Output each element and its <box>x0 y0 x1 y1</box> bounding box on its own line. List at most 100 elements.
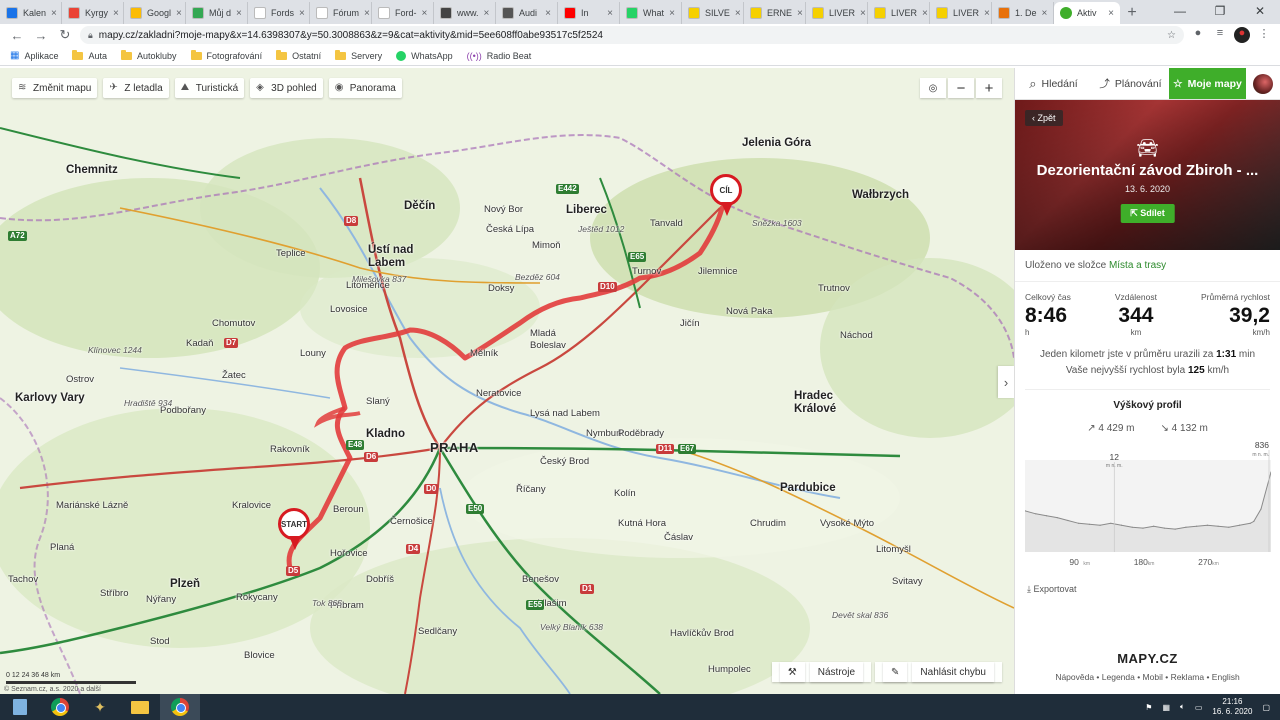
aerial-button[interactable]: ✈ Z letadla <box>103 78 169 98</box>
address-bar[interactable]: 🔒︎ mapy.cz/zakladni?moje-mapy&x=14.63983… <box>80 26 1184 44</box>
tools-button[interactable]: ⚒ Nástroje <box>771 662 872 682</box>
close-tab-icon[interactable]: × <box>1042 8 1048 19</box>
star-icon[interactable]: ☆ <box>1167 30 1176 41</box>
close-tab-icon[interactable]: × <box>984 8 990 19</box>
close-tab-icon[interactable]: × <box>669 8 675 19</box>
zoom-in-button[interactable]: + <box>976 78 1002 98</box>
close-tab-icon[interactable]: × <box>51 8 57 19</box>
speech-icon[interactable]: ▭ <box>1195 703 1203 712</box>
browser-tab-active[interactable]: Aktiv × <box>1054 2 1120 24</box>
browser-tab[interactable]: www. × <box>434 2 496 24</box>
bookmark-folder[interactable]: Ostatní <box>276 49 321 61</box>
close-tab-icon[interactable]: × <box>299 8 305 19</box>
close-tab-icon[interactable]: × <box>422 8 428 19</box>
locate-icon[interactable]: ◎ <box>920 78 946 98</box>
menu-dots-icon[interactable]: ⋮ <box>1256 27 1272 43</box>
report-error-button[interactable]: ✎ Nahlásit chybu <box>875 662 1002 682</box>
tab-plan[interactable]: ⤴ Plánování <box>1092 68 1169 99</box>
network-icon[interactable]: ▦ <box>1162 703 1170 712</box>
zoom-out-button[interactable]: − <box>948 78 974 98</box>
close-tab-icon[interactable]: × <box>860 8 866 19</box>
browser-tab[interactable]: Kyrgy × <box>62 2 124 24</box>
elevation-chart[interactable]: 12 m n. m. 836 m n. m. 90 km 180 km 270 km <box>1024 440 1272 570</box>
elevation-point <box>1067 519 1069 522</box>
browser-tab[interactable]: LIVER × <box>868 2 930 24</box>
bookmark-folder[interactable]: Autokluby <box>121 49 177 61</box>
chrome-taskbar-icon[interactable] <box>40 694 80 720</box>
chrome-active-taskbar-icon[interactable] <box>160 694 200 720</box>
browser-tab[interactable]: SILVE × <box>682 2 744 24</box>
close-tab-icon[interactable]: × <box>236 8 242 19</box>
route-plan-icon: ⤴ <box>1099 78 1110 90</box>
browser-tab[interactable]: ERNE × <box>744 2 806 24</box>
folder-link[interactable]: Místa a trasy <box>1109 260 1166 271</box>
maximize-icon[interactable]: ❐ <box>1200 0 1240 22</box>
bookmark-whatsapp[interactable]: WhatsApp <box>396 50 453 61</box>
change-map-button[interactable]: ≋ Změnit mapu <box>12 78 98 98</box>
close-tab-icon[interactable]: × <box>484 8 490 19</box>
bookmark-apps[interactable]: ▦ Aplikace <box>10 50 58 61</box>
bookmark-folder[interactable]: Fotografování <box>190 49 262 61</box>
file-icon[interactable] <box>0 694 40 720</box>
tab-my-maps[interactable]: ☆ Moje mapy <box>1169 68 1246 99</box>
bookmark-folder[interactable]: Servery <box>335 49 382 61</box>
browser-tab[interactable]: Googl × <box>124 2 186 24</box>
minimize-icon[interactable]: — <box>1160 0 1200 22</box>
close-tab-icon[interactable]: × <box>922 8 928 19</box>
back-arrow-icon[interactable]: ← <box>8 28 26 43</box>
flag-icon[interactable]: ⚑ <box>1145 703 1152 712</box>
reload-icon[interactable]: ↻ <box>56 27 74 43</box>
new-tab-button[interactable]: + <box>1120 2 1144 24</box>
browser-tab[interactable]: What × <box>620 2 682 24</box>
file-explorer-icon[interactable] <box>120 694 160 720</box>
map-peak-label: Tok 865 <box>312 598 342 608</box>
browser-tab[interactable]: Audi × <box>496 2 558 24</box>
export-link[interactable]: ⤓ Exportovat <box>1015 570 1280 595</box>
share-button[interactable]: ⇱ Sdílet <box>1120 204 1175 223</box>
close-tab-icon[interactable]: × <box>176 8 182 19</box>
close-tab-icon[interactable]: × <box>797 8 803 19</box>
browser-tab[interactable]: In × <box>558 2 620 24</box>
browser-tab[interactable]: Kalen × <box>0 2 62 24</box>
close-window-icon[interactable]: ✕ <box>1240 0 1280 22</box>
browser-tab[interactable]: Můj d × <box>186 2 248 24</box>
close-tab-icon[interactable]: × <box>1108 8 1114 19</box>
panel-collapse-chevron-icon[interactable]: › <box>998 366 1014 398</box>
close-tab-icon[interactable]: × <box>735 8 741 19</box>
clock[interactable]: 21:16 16. 6. 2020 <box>1212 697 1252 717</box>
browser-tab[interactable]: LIVER × <box>930 2 992 24</box>
back-button[interactable]: ‹ Zpět <box>1025 110 1063 126</box>
browser-tab[interactable]: LIVER × <box>806 2 868 24</box>
close-tab-icon[interactable]: × <box>364 8 370 19</box>
bookmark-radio[interactable]: ((•)) Radio Beat <box>467 51 532 61</box>
3d-view-button[interactable]: ◈ 3D pohled <box>250 78 323 98</box>
tab-favicon-icon <box>254 7 266 19</box>
bookmark-folder[interactable]: Auta <box>72 49 107 61</box>
scale-bar <box>6 681 136 684</box>
browser-tab[interactable]: Ford- × <box>372 2 434 24</box>
close-tab-icon[interactable]: × <box>607 8 613 19</box>
footer-links[interactable]: Nápověda • Legenda • Mobil • Reklama • E… <box>1015 672 1280 682</box>
panorama-button[interactable]: ◉ Panorama <box>328 78 402 98</box>
bookmark-label: Autokluby <box>137 50 177 61</box>
route-finish-marker[interactable]: CÍL <box>710 174 744 218</box>
tourist-map-button[interactable]: ⛰ Turistická <box>174 78 245 98</box>
browser-tab[interactable]: Fórum × <box>310 2 372 24</box>
browser-tab[interactable]: 1. De × <box>992 2 1054 24</box>
profile-avatar-icon[interactable]: ● <box>1234 27 1250 43</box>
close-tab-icon[interactable]: × <box>545 8 551 19</box>
app-taskbar-icon[interactable]: ✦ <box>80 694 120 720</box>
browser-tab[interactable]: Fords × <box>248 2 310 24</box>
pencil-icon: ✎ <box>883 662 908 682</box>
user-avatar-button[interactable] <box>1246 68 1280 99</box>
route-start-marker[interactable]: START <box>278 508 312 552</box>
extension-icon[interactable]: ● <box>1190 27 1206 43</box>
reading-list-icon[interactable]: ≡ <box>1212 27 1228 43</box>
map-town-label: Kolín <box>614 488 636 499</box>
tab-search[interactable]: ⌕ Hledání <box>1015 68 1092 99</box>
forward-arrow-icon[interactable]: → <box>32 28 50 43</box>
notifications-icon[interactable]: ▢ <box>1262 703 1270 712</box>
close-tab-icon[interactable]: × <box>113 8 119 19</box>
map-canvas[interactable]: Jelenia Góra Chemnitz Liberec Děčín Ústí… <box>0 68 1014 694</box>
volume-icon[interactable]: 🔈︎ <box>1180 702 1185 712</box>
